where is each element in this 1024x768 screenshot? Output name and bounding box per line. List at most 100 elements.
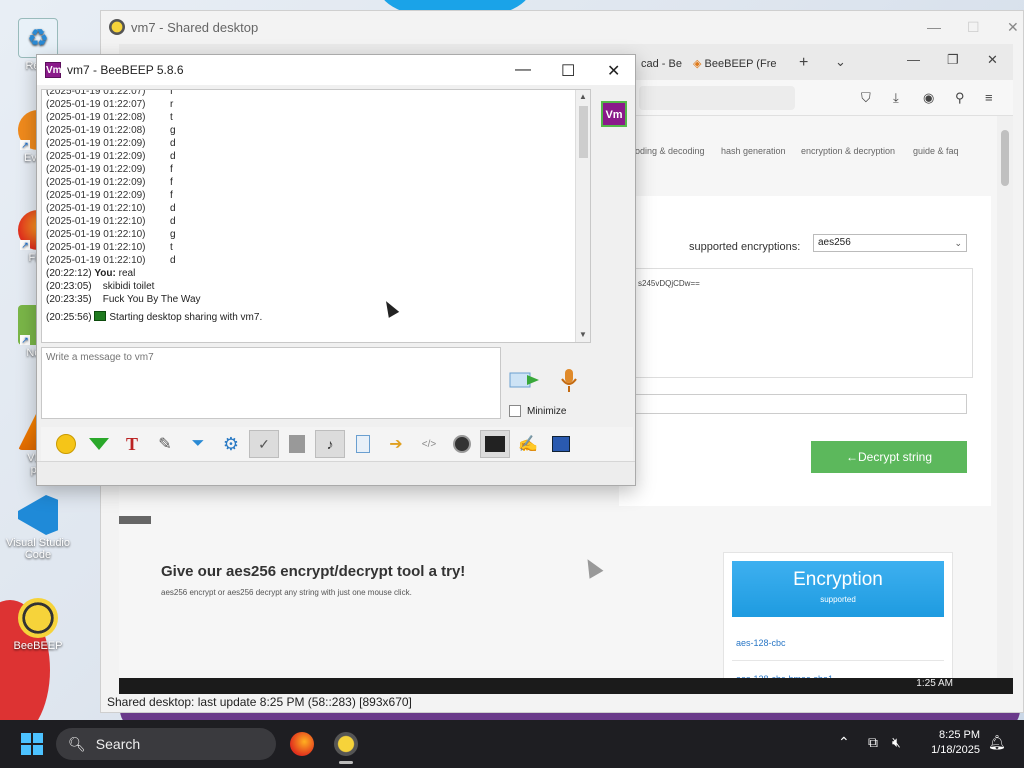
promo-title: Give our aes256 encrypt/decrypt tool a t… <box>161 563 466 580</box>
minimize-icon[interactable]: — <box>907 52 920 67</box>
recycle-bin-icon: ♻ <box>18 18 58 58</box>
result-textarea[interactable]: s245vDQjCDw== <box>629 268 973 378</box>
desktop-icon-beebeep[interactable]: BeeBEEP <box>0 598 76 652</box>
nav-link[interactable]: encryption & decryption <box>801 146 895 156</box>
chat-titlebar[interactable]: Vm vm7 - BeeBEEP 5.8.6 <box>37 55 635 85</box>
new-tab-icon[interactable]: + <box>799 54 808 72</box>
color-button[interactable]: ✎ <box>150 430 180 458</box>
account-icon[interactable]: ◉ <box>923 90 934 106</box>
taskbar-firefox[interactable] <box>286 728 318 760</box>
scrollbar-thumb[interactable] <box>579 106 588 158</box>
url-bar[interactable] <box>639 86 795 110</box>
font-size-button[interactable] <box>282 430 312 458</box>
color-picker-icon: ✎ <box>158 436 172 453</box>
filter-button[interactable]: ⏷ <box>183 430 213 458</box>
html-icon: </> <box>421 438 437 450</box>
send-icon <box>509 372 539 388</box>
chat-line: (2025-01-19 01:22:09) f <box>46 164 173 175</box>
nav-link[interactable]: oding & decoding <box>635 146 705 156</box>
start-button[interactable] <box>20 732 44 756</box>
taskbar-beebeep[interactable] <box>330 728 362 764</box>
key-input[interactable] <box>629 394 967 414</box>
chevron-up-icon[interactable]: ⌃ <box>838 734 850 751</box>
chat-line-peer: (20:23:05) skibidi toilet <box>46 281 155 292</box>
chevron-down-icon[interactable]: ⌄ <box>835 54 846 70</box>
screenshot-icon <box>453 435 471 453</box>
taskbar-search[interactable]: 🔍︎ Search <box>56 728 276 760</box>
chat-scrollbar[interactable]: ▲ ▼ <box>575 90 590 342</box>
desktop-icon-vscode[interactable]: Visual Studio Code <box>0 495 76 561</box>
file-button[interactable] <box>348 430 378 458</box>
chat-line: (2025-01-19 01:22:07) f <box>46 89 173 97</box>
spellcheck-button[interactable]: ✓ <box>249 430 279 458</box>
decrypt-button[interactable]: ←Decrypt string <box>811 441 967 473</box>
chat-line: (2025-01-19 01:22:10) d <box>46 203 176 214</box>
close-icon[interactable]: ✕ <box>1007 19 1019 36</box>
minimize-icon[interactable]: — <box>927 19 941 35</box>
settings-button[interactable]: ⚙ <box>216 430 246 458</box>
message-input[interactable] <box>41 347 501 419</box>
scroll-down-icon[interactable]: ▼ <box>579 330 587 339</box>
taskbar-clock[interactable]: 8:25 PM 1/18/2025 <box>920 728 980 758</box>
minimize-icon[interactable]: — <box>515 61 531 79</box>
chat-status-bar <box>37 461 635 485</box>
vm-user-avatar[interactable]: Vm <box>601 101 627 127</box>
remote-scrollbar[interactable] <box>997 116 1013 694</box>
browser-tab[interactable]: cad - Be <box>641 52 682 76</box>
maximize-icon[interactable]: ☐ <box>561 61 575 81</box>
remote-clock: 1:25 AM <box>916 678 953 689</box>
vm-avatar-icon: Vm <box>45 62 62 78</box>
screenshot-button[interactable] <box>447 430 477 458</box>
chevron-down-icon: ⌄ <box>954 238 962 248</box>
save-button[interactable] <box>84 430 114 458</box>
maximize-icon[interactable]: ☐ <box>967 19 980 36</box>
share-desktop-button[interactable] <box>546 430 576 458</box>
shared-desktop-titlebar[interactable]: vm7 - Shared desktop <box>101 11 1023 43</box>
encryption-select[interactable]: aes256 ⌄ <box>813 234 967 252</box>
send-file-button[interactable]: ➔ <box>381 430 411 458</box>
browser-tab[interactable]: ◈ BeeBEEP (Fre <box>693 52 789 76</box>
chat-line-you: (20:22:12) You: real <box>46 268 136 279</box>
emoji-button[interactable] <box>51 430 81 458</box>
beebeep-icon <box>334 732 358 756</box>
search-icon: 🔍︎ <box>68 735 86 752</box>
encryption-card-header: Encryption supported <box>732 561 944 617</box>
download-icon[interactable]: ⤓ <box>893 90 899 106</box>
chat-line: (2025-01-19 01:22:10) d <box>46 255 176 266</box>
html-button[interactable]: </> <box>414 430 444 458</box>
chat-log[interactable]: (2025-01-19 01:22:07) f (2025-01-19 01:22… <box>41 89 591 343</box>
nav-link[interactable]: guide & faq <box>913 146 959 156</box>
pocket-icon[interactable]: ⛉ <box>861 90 871 106</box>
minimize-checkbox[interactable]: Minimize <box>509 405 566 417</box>
edit-button[interactable]: ✍ <box>513 430 543 458</box>
chat-line: (2025-01-19 01:22:10) g <box>46 229 176 240</box>
close-icon[interactable]: ✕ <box>607 61 620 81</box>
chat-line: (2025-01-19 01:22:09) d <box>46 138 176 149</box>
note-button[interactable]: ♪ <box>315 430 345 458</box>
checkbox-box[interactable] <box>509 405 521 417</box>
network-icon[interactable]: ⧉ <box>868 734 878 751</box>
chat-line: (2025-01-19 01:22:10) d <box>46 216 176 227</box>
close-icon[interactable]: ✕ <box>987 52 998 68</box>
chat-window[interactable]: Vm vm7 - BeeBEEP 5.8.6 — ☐ ✕ (2025-01-19… <box>36 54 636 486</box>
terminal-button[interactable] <box>480 430 510 458</box>
send-button[interactable] <box>509 367 541 393</box>
extensions-icon[interactable]: ⚲ <box>955 90 965 106</box>
encryption-list-item[interactable]: aes-128-cbc <box>732 625 944 661</box>
nav-link[interactable]: hash generation <box>721 146 786 156</box>
supported-encryptions-label: supported encryptions: <box>689 241 801 253</box>
font-button[interactable]: T <box>117 430 147 458</box>
chat-toolbar: T ✎ ⏷ ⚙ ✓ ♪ ➔ </> ✍ <box>41 427 633 461</box>
chat-line: (2025-01-19 01:22:08) g <box>46 125 176 136</box>
voice-record-button[interactable] <box>557 367 581 395</box>
scroll-up-icon[interactable]: ▲ <box>579 92 587 101</box>
encryption-card: Encryption supported aes-128-cbc aes-128… <box>723 552 953 694</box>
edit-icon: ✍ <box>518 436 538 453</box>
volume-muted-icon[interactable]: 🔇︎ <box>892 734 901 751</box>
spellcheck-icon: ✓ <box>258 435 270 452</box>
notification-bell-icon[interactable]: 🔔︎ <box>988 734 1006 751</box>
restore-icon[interactable]: ❐ <box>947 52 959 68</box>
beebeep-icon <box>18 598 58 638</box>
scrollbar-thumb[interactable] <box>1001 130 1009 186</box>
menu-icon[interactable]: ≡ <box>985 90 993 105</box>
